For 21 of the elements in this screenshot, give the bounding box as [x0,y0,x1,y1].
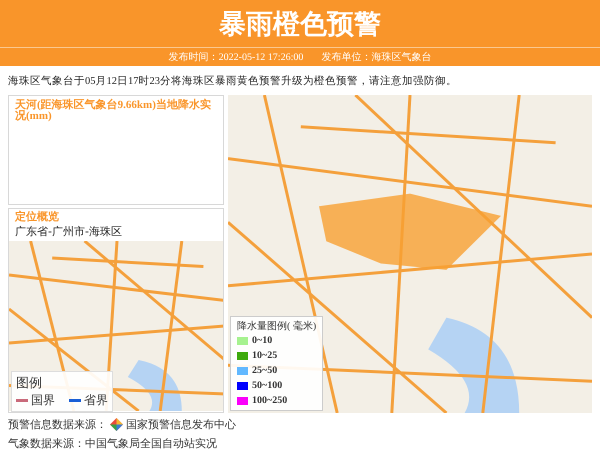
warning-description: 海珠区气象台于05月12日17时23分将海珠区暴雨黄色预警升级为橙色预警，请注意加强防御。 [8,74,457,88]
publish-time: 发布时间：2022-05-12 17:26:00 [168,50,304,64]
diamond-logo-icon [110,418,123,431]
legend-label: 国界 [31,392,55,409]
weather-source: 气象数据来源：中国气象局全国自动站实况 [8,436,218,451]
legend-label: 10~25 [252,350,278,361]
legend-label: 省界 [84,392,108,409]
water-area [128,360,182,411]
location-panel-title: 定位概览 [15,212,60,223]
legend-label: 50~100 [252,380,282,391]
legend-label: 0~10 [252,335,272,346]
warning-title: 暴雨橙色预警 [219,8,381,42]
publisher: 发布单位：海珠区气象台 [321,50,432,64]
rainfall-panel-title: 天河(距海珠区气象台9.66km)当地降水实况(mm) [15,100,212,122]
legend-label: 25~50 [252,365,278,376]
warning-source: 国家预警信息发布中心 [126,417,236,432]
rainfall-legend-title: 降水量图例( 毫米) [237,320,316,333]
location-path: 广东省-广州市-海珠区 [15,224,123,239]
legend-label: 100~250 [252,395,288,406]
legend-title: 图例 [16,375,43,392]
warning-source-label: 预警信息数据来源： [8,417,107,432]
